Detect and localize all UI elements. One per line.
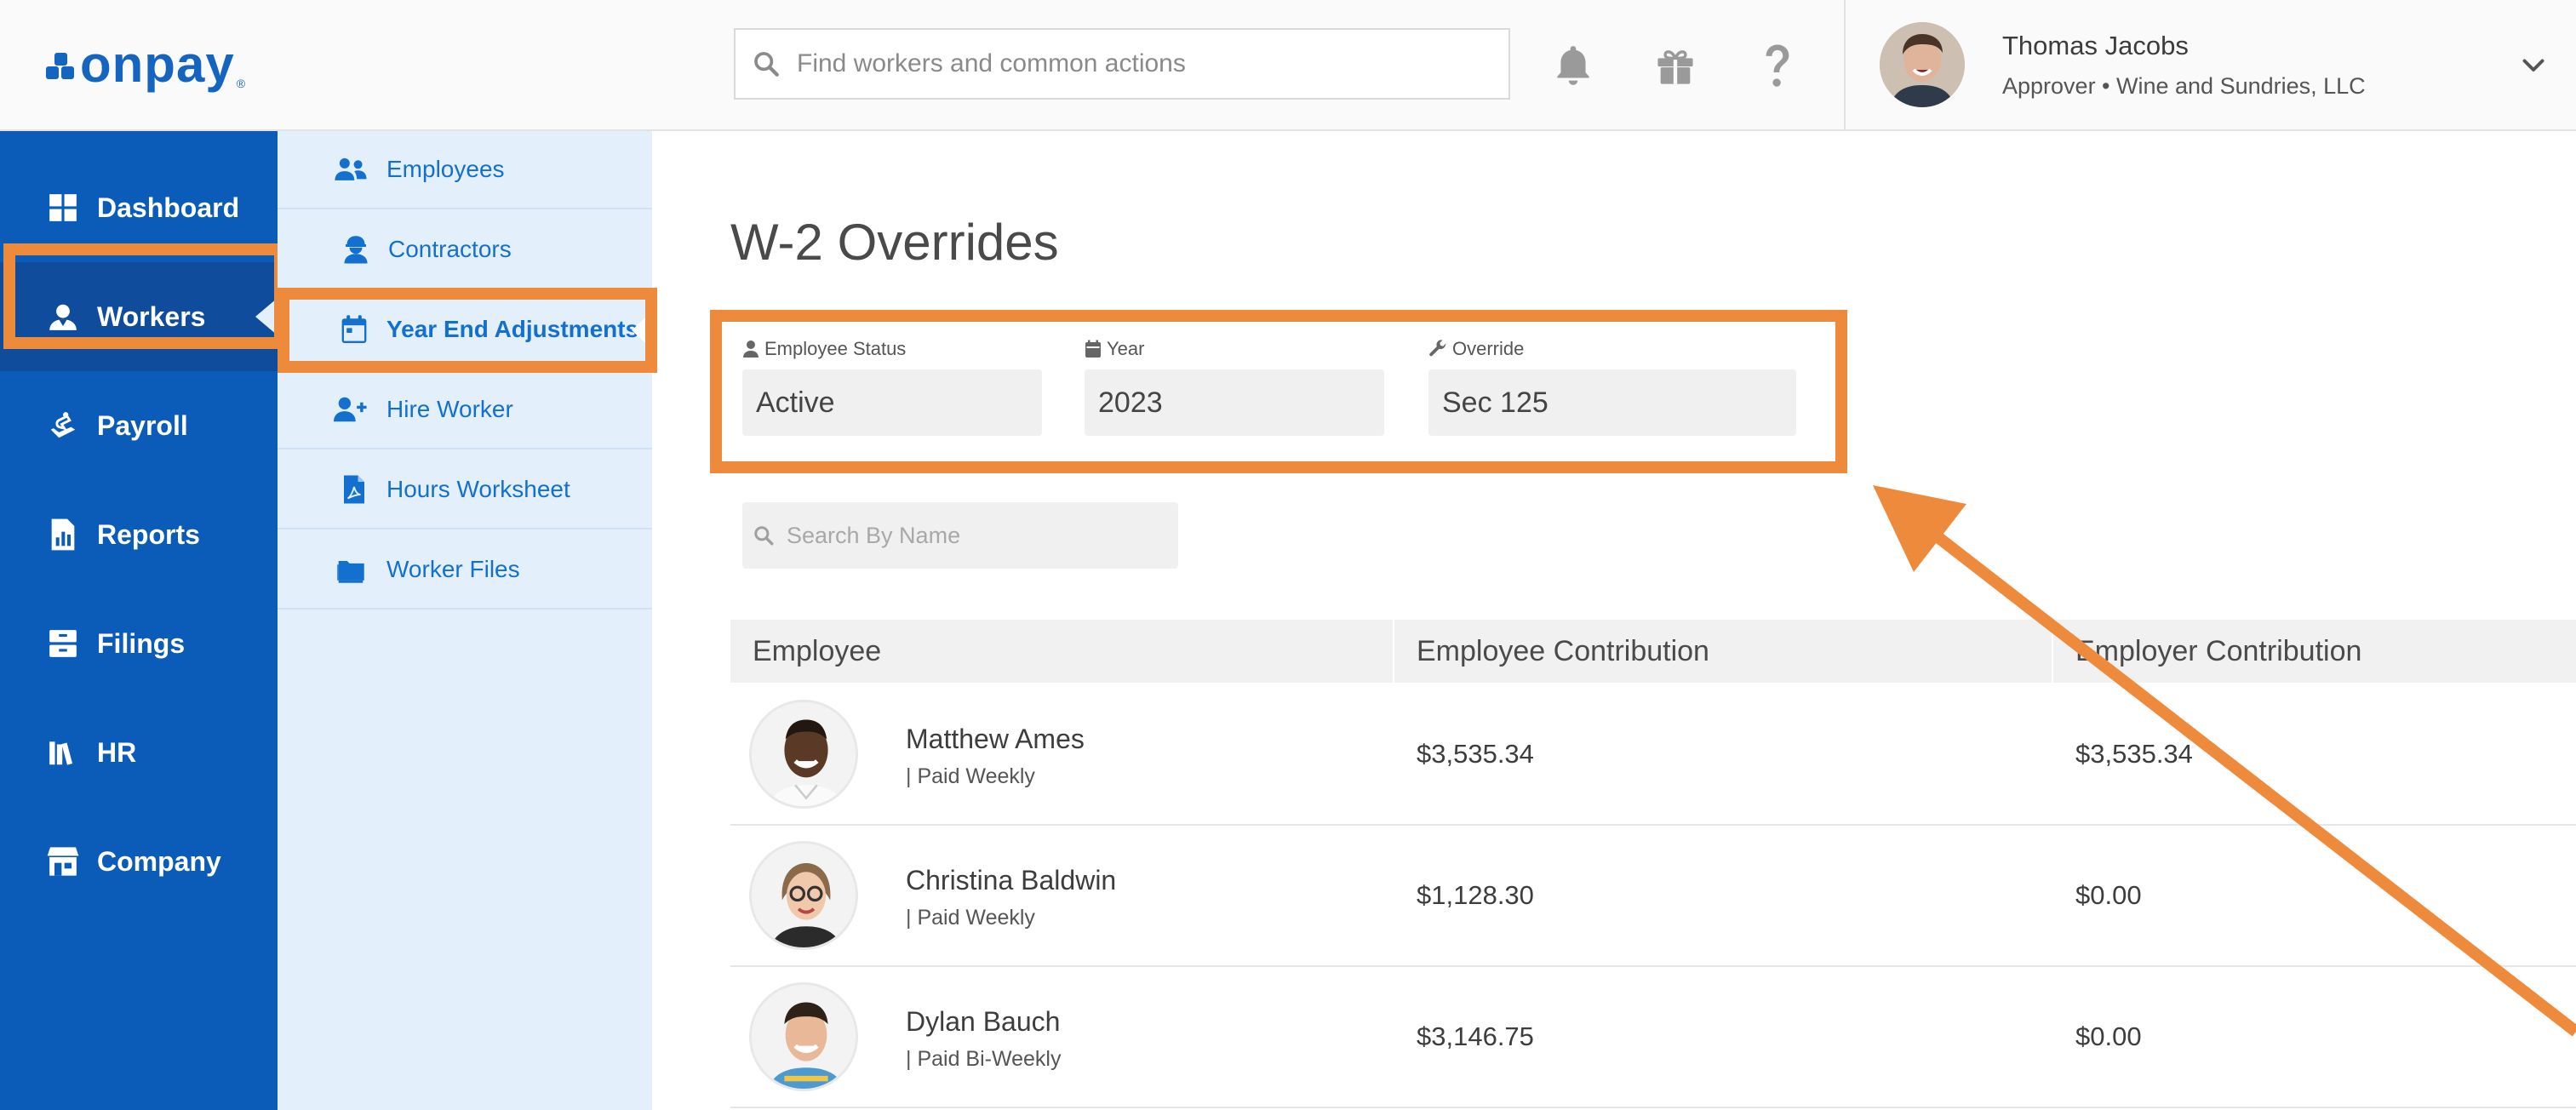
hr-icon xyxy=(46,735,80,770)
sidebar-item-label: Filings xyxy=(97,627,186,659)
employer-contribution-value: $3,535.34 xyxy=(2075,739,2193,769)
employees-icon xyxy=(334,152,368,186)
employee-status-select[interactable]: Active xyxy=(742,369,1042,436)
add-user-icon xyxy=(334,392,368,426)
pay-frequency: | Paid Weekly xyxy=(906,906,1035,930)
gift-icon[interactable] xyxy=(1650,39,1701,92)
subnav-item-label: Contractors xyxy=(388,236,512,262)
employee-contribution-value: $3,535.34 xyxy=(1417,739,1534,769)
employee-name[interactable]: Dylan Bauch xyxy=(906,1006,1060,1038)
calendar-icon xyxy=(1085,340,1101,358)
sidebar-item-payroll[interactable]: Payroll xyxy=(0,371,278,480)
subnav-item-worker-files[interactable]: Worker Files xyxy=(278,531,652,609)
chevron-down-icon[interactable] xyxy=(2518,49,2549,80)
filings-icon xyxy=(46,627,80,661)
wrench-icon xyxy=(1429,340,1446,357)
topbar-divider xyxy=(1844,0,1846,129)
onpay-logo[interactable]: onpay ® xyxy=(46,39,245,90)
page-title: W-2 Overrides xyxy=(730,214,1059,271)
year-end-adjustments-highlight-box xyxy=(278,288,657,373)
year-select[interactable]: 2023 xyxy=(1085,369,1384,436)
top-bar: onpay ® Thomas Jacobs Approver • Wine an… xyxy=(0,0,2576,131)
year-label-text: Year xyxy=(1107,338,1145,359)
name-search-input[interactable] xyxy=(787,522,1161,549)
override-label: Override xyxy=(1428,337,1796,361)
user-name[interactable]: Thomas Jacobs xyxy=(2002,31,2189,61)
user-role: Approver • Wine and Sundries, LLC xyxy=(2002,73,2366,99)
sidebar-item-label: Reports xyxy=(97,518,200,550)
pay-frequency: | Paid Weekly xyxy=(906,764,1035,788)
sidebar-item-label: HR xyxy=(97,736,137,768)
search-icon xyxy=(736,28,797,100)
dashboard-icon xyxy=(46,191,80,225)
bell-icon[interactable] xyxy=(1548,39,1599,92)
employee-avatar xyxy=(749,700,858,809)
override-filter: Override Sec 125 xyxy=(1428,337,1796,436)
column-divider xyxy=(2052,620,2053,683)
employee-name[interactable]: Matthew Ames xyxy=(906,724,1085,755)
sidebar-item-reports[interactable]: Reports xyxy=(0,480,278,589)
table-header: Employee Employee Contribution Employer … xyxy=(730,620,2576,683)
payroll-icon xyxy=(46,409,80,443)
reports-icon xyxy=(46,518,80,552)
person-icon xyxy=(743,340,758,358)
sidebar-item-label: Company xyxy=(97,845,221,877)
subnav-item-hire-worker[interactable]: Hire Worker xyxy=(278,371,652,449)
global-search-input[interactable] xyxy=(797,49,1478,78)
global-search[interactable] xyxy=(734,28,1510,100)
name-search[interactable] xyxy=(742,502,1178,569)
subnav-item-employees[interactable]: Employees xyxy=(278,131,652,209)
pdf-file-icon xyxy=(337,472,371,506)
pay-frequency: | Paid Bi-Weekly xyxy=(906,1047,1062,1071)
company-icon xyxy=(46,844,80,878)
employee-name[interactable]: Christina Baldwin xyxy=(906,865,1116,896)
employee-status-filter: Employee Status Active xyxy=(742,337,1042,436)
subnav-item-hours-worksheet[interactable]: Hours Worksheet xyxy=(278,451,652,529)
subnav-item-label: Hours Worksheet xyxy=(386,476,570,502)
employee-avatar xyxy=(749,982,858,1091)
column-divider xyxy=(1393,620,1394,683)
search-icon xyxy=(753,524,787,546)
logo-registered-mark: ® xyxy=(236,77,246,90)
employer-contribution-value: $0.00 xyxy=(2075,1021,2142,1051)
subnav-item-contractors[interactable]: Contractors xyxy=(278,211,652,289)
logo-mark-icon xyxy=(46,49,75,80)
override-label-text: Override xyxy=(1452,338,1525,359)
year-label: Year xyxy=(1085,337,1384,361)
workers-subnav: Employees Contractors Year End Adjustmen… xyxy=(278,131,652,1110)
user-avatar[interactable] xyxy=(1880,22,1965,107)
year-filter: Year 2023 xyxy=(1085,337,1384,436)
sidebar-item-filings[interactable]: Filings xyxy=(0,589,278,698)
subnav-item-label: Employees xyxy=(386,156,505,182)
employee-status-label: Employee Status xyxy=(742,337,1042,361)
column-header-employee-contribution[interactable]: Employee Contribution xyxy=(1417,620,1709,683)
subnav-item-label: Worker Files xyxy=(386,556,520,582)
employee-status-label-text: Employee Status xyxy=(764,338,907,359)
workers-highlight-box xyxy=(3,243,286,349)
sidebar-item-hr[interactable]: HR xyxy=(0,698,278,807)
help-icon[interactable] xyxy=(1752,39,1803,92)
table-row[interactable]: Christina Baldwin | Paid Weekly $1,128.3… xyxy=(730,826,2576,967)
employee-avatar xyxy=(749,841,858,950)
employer-contribution-value: $0.00 xyxy=(2075,880,2142,910)
sidebar-item-label: Dashboard xyxy=(97,192,240,223)
subnav-item-label: Hire Worker xyxy=(386,396,513,422)
logo-text: onpay xyxy=(80,36,235,93)
column-header-employer-contribution[interactable]: Employer Contribution xyxy=(2075,620,2361,683)
sidebar-item-label: Payroll xyxy=(97,409,188,441)
override-select[interactable]: Sec 125 xyxy=(1428,369,1796,436)
employee-contribution-value: $1,128.30 xyxy=(1417,880,1534,910)
contractor-icon xyxy=(339,232,373,266)
sidebar-item-company[interactable]: Company xyxy=(0,807,278,916)
column-header-employee[interactable]: Employee xyxy=(753,620,881,683)
employee-contribution-value: $3,146.75 xyxy=(1417,1021,1534,1051)
table-row[interactable]: Matthew Ames | Paid Weekly $3,535.34 $3,… xyxy=(730,684,2576,826)
folder-icon xyxy=(334,552,368,586)
table-row[interactable]: Dylan Bauch | Paid Bi-Weekly $3,146.75 $… xyxy=(730,967,2576,1108)
